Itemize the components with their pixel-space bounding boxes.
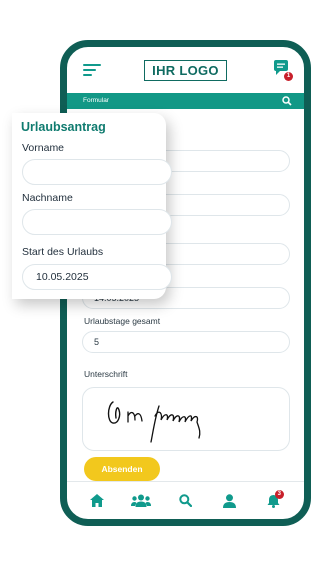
home-icon[interactable] [87,491,107,511]
form-bar-label: Formular [83,97,110,104]
submit-button[interactable]: Absenden [84,457,160,481]
notification-badge: 3 [274,489,284,499]
form-bar: Formular [67,93,304,109]
days-field[interactable]: 5 [82,331,290,353]
search-icon[interactable] [282,96,292,106]
first-name-label: Vorname [22,142,65,154]
days-value: 5 [94,337,100,347]
user-icon[interactable] [220,491,240,511]
logo: IHR LOGO [144,59,227,81]
card-title: Urlaubsantrag [21,120,106,134]
app-header: IHR LOGO 1 [67,47,304,91]
last-name-label: Nachname [22,192,73,204]
signature-image [107,401,201,443]
last-name-field[interactable] [22,209,172,235]
start-date-field[interactable]: 10.05.2025 [22,264,172,290]
signature-label: Unterschrift [84,369,128,379]
start-date-label: Start des Urlaubs [22,246,104,258]
chat-icon[interactable]: 1 [272,59,293,81]
chat-badge: 1 [284,72,293,81]
days-label: Urlaubstage gesamt [84,316,161,326]
hamburger-menu-icon[interactable] [83,64,101,76]
vacation-request-card: Urlaubsantrag Vorname Nachname Start des… [12,113,172,299]
start-date-value: 10.05.2025 [36,271,89,283]
first-name-field[interactable] [22,159,172,185]
bottom-nav: 3 [67,481,304,519]
signature-pad[interactable] [82,387,290,451]
nav-search-icon[interactable] [175,491,195,511]
users-icon[interactable] [131,491,152,511]
bell-icon[interactable]: 3 [264,489,284,511]
